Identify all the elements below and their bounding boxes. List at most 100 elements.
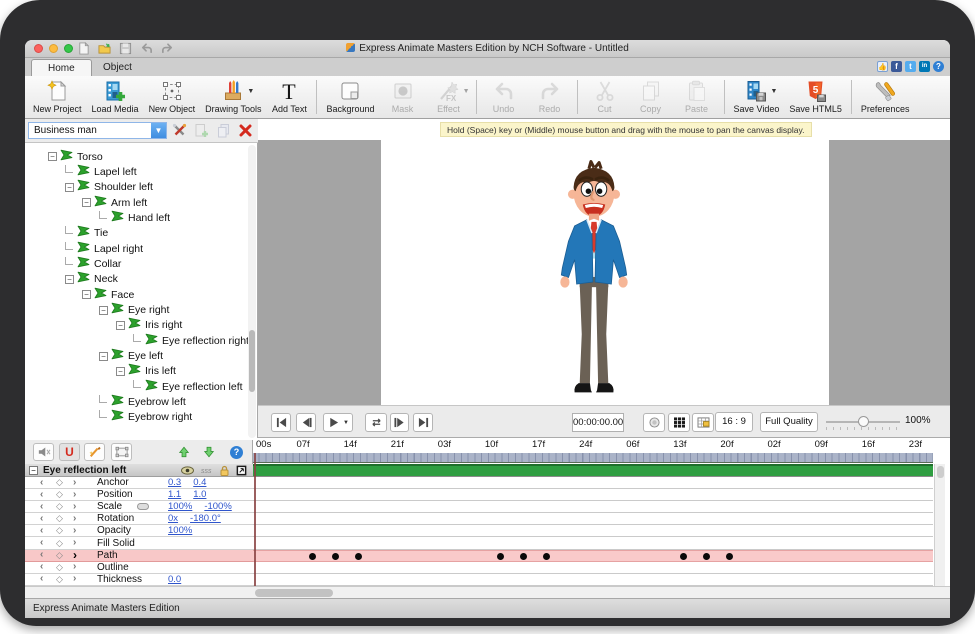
collapse-icon[interactable]: − xyxy=(65,183,74,192)
add-keyframe-icon[interactable]: ◇ xyxy=(56,514,63,523)
move-up-button[interactable] xyxy=(173,443,194,461)
toolbar-button-new-project[interactable]: New Project xyxy=(28,77,87,117)
tree-item-lapel-left[interactable]: Lapel left xyxy=(65,164,137,179)
keyframe-track[interactable] xyxy=(253,525,933,537)
prev-keyframe-icon[interactable]: ‹ xyxy=(40,514,43,524)
tree-item-eyebrow-right[interactable]: Eyebrow right xyxy=(99,410,192,425)
keyframe-track[interactable] xyxy=(253,574,933,586)
chevron-down-icon[interactable]: ▼ xyxy=(151,123,166,138)
aspect-ratio-button[interactable]: 16 : 9 xyxy=(715,412,753,432)
collapse-icon[interactable]: − xyxy=(99,306,108,315)
tree-item-eye-reflection-left[interactable]: Eye reflection left xyxy=(133,379,243,394)
timeline-workarea-band[interactable] xyxy=(253,453,933,463)
tab-home[interactable]: Home xyxy=(31,59,92,76)
prev-keyframe-icon[interactable]: ‹ xyxy=(40,490,43,500)
toolbar-button-preferences[interactable]: Preferences xyxy=(856,77,915,117)
add-keyframe-icon[interactable]: ◇ xyxy=(56,478,63,487)
tree-item-hand-left[interactable]: Hand left xyxy=(99,210,170,225)
tree-item-eye-left[interactable]: −Eye left xyxy=(99,349,163,364)
keyframe-dot[interactable] xyxy=(355,553,362,560)
prev-keyframe-icon[interactable]: ‹ xyxy=(40,478,43,488)
object-selector-dropdown[interactable]: Business man ▼ xyxy=(28,122,167,139)
keyframe-track[interactable] xyxy=(253,513,933,525)
help-button[interactable]: ? xyxy=(226,443,247,461)
property-row-thickness[interactable]: ‹◇›Thickness0.0 xyxy=(25,574,253,586)
like-icon[interactable]: 👍 xyxy=(877,61,888,72)
ungroup-button[interactable]: U xyxy=(59,443,80,461)
toolbar-button-save-html5[interactable]: 5Save HTML5 xyxy=(784,77,847,117)
prev-keyframe-icon[interactable]: ‹ xyxy=(40,502,43,512)
add-keyframe-icon[interactable]: ◇ xyxy=(56,502,63,511)
loop-button[interactable] xyxy=(365,413,387,432)
property-row-anchor[interactable]: ‹◇›Anchor0.30.4 xyxy=(25,477,253,489)
keyframe-track[interactable] xyxy=(253,501,933,513)
timeline-horizontal-scrollbar[interactable] xyxy=(25,586,950,598)
add-keyframe-icon[interactable]: ◇ xyxy=(56,563,63,572)
frame-forward-button[interactable] xyxy=(390,413,409,432)
visibility-eye-icon[interactable] xyxy=(181,466,194,475)
property-row-position[interactable]: ‹◇›Position1.11.0 xyxy=(25,489,253,501)
frame-back-button[interactable] xyxy=(296,413,316,432)
skip-start-button[interactable] xyxy=(271,413,291,432)
property-value-link[interactable]: -180.0° xyxy=(190,513,221,524)
toolbar-button-new-object[interactable]: New Object xyxy=(144,77,201,117)
next-keyframe-icon[interactable]: › xyxy=(73,562,76,572)
tree-item-face[interactable]: −Face xyxy=(82,287,134,302)
isolate-icon[interactable] xyxy=(236,465,247,476)
layer-header-row[interactable]: − Eye reflection left sss xyxy=(25,464,253,477)
tree-item-neck[interactable]: −Neck xyxy=(65,272,118,287)
keyframe-dot[interactable] xyxy=(703,553,710,560)
timeline-tracks[interactable] xyxy=(253,464,950,586)
property-value-link[interactable]: 1.0 xyxy=(193,489,206,500)
tree-item-tie[interactable]: Tie xyxy=(65,226,108,241)
tree-item-shoulder-left[interactable]: −Shoulder left xyxy=(65,180,153,195)
collapse-icon[interactable]: − xyxy=(82,198,91,207)
tree-item-eye-reflection-right[interactable]: Eye reflection right xyxy=(133,333,249,348)
keyframe-dot[interactable] xyxy=(520,553,527,560)
delete-button[interactable] xyxy=(236,121,255,140)
onion-skin-button[interactable] xyxy=(643,413,665,432)
toolbar-button-save-video[interactable]: ▼Save Video xyxy=(729,77,785,117)
collapse-icon[interactable]: − xyxy=(29,466,38,475)
dropdown-arrow-icon[interactable]: ▼ xyxy=(247,88,254,95)
prev-keyframe-icon[interactable]: ‹ xyxy=(40,526,43,536)
linkedin-icon[interactable]: in xyxy=(919,61,930,72)
prev-keyframe-icon[interactable]: ‹ xyxy=(40,562,43,572)
timecode-field[interactable]: 00:00:00.00 xyxy=(572,413,624,432)
property-row-scale[interactable]: ‹◇›Scale100%-100% xyxy=(25,501,253,513)
collapse-icon[interactable]: − xyxy=(116,367,125,376)
property-value-link[interactable]: 1.1 xyxy=(168,489,181,500)
mute-button[interactable] xyxy=(33,443,54,461)
facebook-icon[interactable]: f xyxy=(891,61,902,72)
next-keyframe-icon[interactable]: › xyxy=(73,514,76,524)
toolbar-button-drawing-tools[interactable]: ▼Drawing Tools xyxy=(200,77,266,117)
property-value-link[interactable]: -100% xyxy=(204,501,231,512)
property-row-rotation[interactable]: ‹◇›Rotation0x-180.0° xyxy=(25,513,253,525)
property-value-link[interactable]: 100% xyxy=(168,501,192,512)
canvas-zoom-slider[interactable] xyxy=(826,421,900,423)
add-keyframe-icon[interactable]: ◇ xyxy=(56,575,63,584)
dropdown-arrow-icon[interactable]: ▼ xyxy=(463,88,470,95)
collapse-icon[interactable]: − xyxy=(82,290,91,299)
keyframe-dot[interactable] xyxy=(543,553,550,560)
canvas-area[interactable]: Hold (Space) key or (Middle) mouse butto… xyxy=(258,119,950,405)
tree-item-eyebrow-left[interactable]: Eyebrow left xyxy=(99,395,186,410)
next-keyframe-icon[interactable]: › xyxy=(73,550,77,560)
play-button[interactable]: ▼ xyxy=(323,413,353,432)
path-keyframe-track[interactable] xyxy=(253,550,933,562)
keyframe-dot[interactable] xyxy=(309,553,316,560)
collapse-icon[interactable]: − xyxy=(48,152,57,161)
prev-keyframe-icon[interactable]: ‹ xyxy=(40,550,43,560)
grid-button[interactable] xyxy=(668,413,690,432)
keyframe-track[interactable] xyxy=(253,477,933,489)
skip-end-button[interactable] xyxy=(413,413,433,432)
help-icon[interactable]: ? xyxy=(933,61,944,72)
collapse-icon[interactable]: − xyxy=(65,275,74,284)
keyframe-dot[interactable] xyxy=(680,553,687,560)
toolbar-button-background[interactable]: Background xyxy=(321,77,379,117)
keyframe-track[interactable] xyxy=(253,489,933,501)
property-value-link[interactable]: 100% xyxy=(168,525,192,536)
add-keyframe-icon[interactable]: ◇ xyxy=(56,539,63,548)
frame-button[interactable] xyxy=(111,443,132,461)
business-man-character[interactable] xyxy=(545,160,643,398)
